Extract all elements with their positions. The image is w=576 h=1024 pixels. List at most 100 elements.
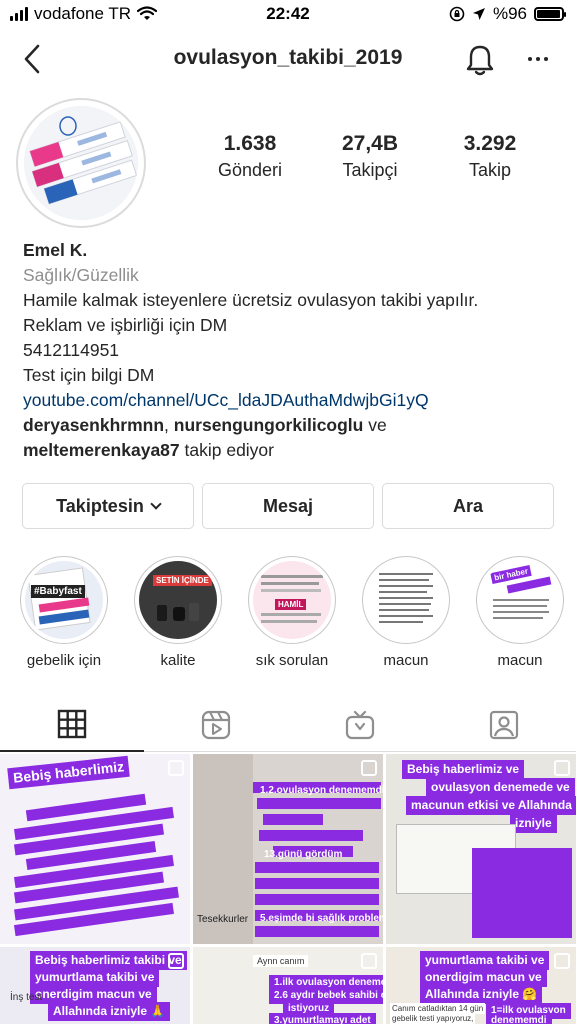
following-count[interactable]: 3.292 Takip (430, 132, 550, 181)
highlight-label: macun (497, 652, 543, 669)
post-text: 13.günü gördüm (264, 849, 343, 860)
multiple-images-icon (554, 953, 570, 969)
notifications-button[interactable] (462, 42, 498, 78)
highlight-item[interactable]: HAMİL sık sorulan (242, 556, 342, 669)
post-text: 3.yumurtlamayı adet (269, 1013, 376, 1024)
bio-line: Test için bilgi DM (23, 365, 155, 385)
highlight-thumbnail (367, 561, 445, 639)
tab-tagged[interactable] (432, 698, 576, 752)
orientation-lock-icon (449, 6, 465, 22)
highlight-label: gebelik için (26, 652, 102, 669)
tab-grid[interactable] (0, 698, 144, 752)
highlight-thumb-text: HAMİL (275, 599, 307, 610)
post-thumbnail[interactable]: Bebiş haberlimiz ve ovulasyon denemede v… (386, 754, 576, 944)
highlight-item[interactable]: SETİN İÇİNDE kalite (128, 556, 228, 669)
highlight-ring: HAMİL (248, 556, 336, 644)
profile-actions: Takiptesin Mesaj Ara (22, 483, 554, 529)
dot-icon (536, 57, 540, 61)
post-text: denememdi (486, 1013, 552, 1024)
highlight-thumb-text: SETİN İÇİNDE (153, 575, 212, 586)
bio-line: 5412114951 (23, 340, 120, 360)
highlight-ring (362, 556, 450, 644)
profile-category: Sağlık/Güzellik (23, 265, 139, 285)
profile-tabs (0, 698, 576, 752)
ovulation-test-strips-image (24, 106, 138, 220)
followers-count[interactable]: 27,4B Takipçi (310, 132, 430, 181)
post-thumbnail[interactable]: Bebiş haberlimiz takibi ve yumurtlama ta… (0, 947, 190, 1024)
post-text: Bebiş haberlimiz (7, 755, 131, 790)
avatar-image (24, 106, 138, 220)
battery-fill (537, 10, 561, 18)
status-bar: vodafone TR 22:42 %96 (0, 0, 576, 30)
battery-percent: %96 (492, 4, 527, 23)
profile-stats: 1.638 Gönderi 27,4B Takipçi 3.292 Takip (190, 132, 570, 181)
conjunction: ve (363, 415, 387, 435)
dot-icon (528, 57, 532, 61)
highlight-thumb-text: #Babyfast (31, 585, 85, 598)
post-text: 5.eşimde bi sağlık problemi (260, 913, 383, 924)
highlight-ring: SETİN İÇİNDE (134, 556, 222, 644)
more-options-button[interactable] (518, 44, 558, 74)
post-text: 1.2.ovulasyon denememdi (260, 785, 383, 796)
multiple-images-icon (554, 760, 570, 776)
post-text: macunun etkisi ve Allahında (406, 796, 576, 815)
profile-avatar[interactable] (16, 98, 146, 228)
stat-label: Gönderi (217, 160, 283, 180)
stat-label: Takipçi (342, 160, 398, 180)
post-text: izniyle (510, 814, 557, 833)
post-text: Tesekkurler (197, 914, 249, 925)
post-text: Allahında izniyle 🙏 (48, 1002, 171, 1021)
post-thumbnail[interactable]: Bebiş haberlimiz (0, 754, 190, 944)
highlight-thumbnail: SETİN İÇİNDE (139, 561, 217, 639)
highlight-item[interactable]: bir haber macun (470, 556, 570, 669)
call-button[interactable]: Ara (382, 483, 554, 529)
profile-bio: Emel K. Sağlık/Güzellik Hamile kalmak is… (23, 238, 563, 463)
posts-count[interactable]: 1.638 Gönderi (190, 132, 310, 181)
post-grid: Bebiş haberlimiz 1.2.ovulasyon denememdi… (0, 754, 576, 1024)
following-label: Takiptesin (56, 495, 144, 516)
story-highlights: #Babyfast gebelik için SETİN İÇİNDE kali… (0, 556, 576, 676)
highlight-label: macun (383, 652, 429, 669)
stat-number: 27,4B (341, 132, 399, 155)
stat-number: 1.638 (223, 132, 277, 155)
igtv-icon (345, 710, 375, 740)
follower-username[interactable]: meltemerenkaya87 (23, 440, 180, 460)
bio-line: Hamile kalmak isteyenlere ücretsiz ovula… (23, 290, 479, 310)
follower-username[interactable]: nursengungorkilicoglu (174, 415, 364, 435)
highlight-label: sık sorulan (255, 652, 329, 669)
highlight-item[interactable]: macun (356, 556, 456, 669)
tagged-user-icon (489, 710, 519, 740)
post-text: Aynn canım (253, 955, 309, 967)
bell-icon (466, 45, 494, 76)
post-thumbnail[interactable]: Aynn canım 1.ilk ovulasyon denememdi 2.6… (193, 947, 383, 1024)
highlight-thumbnail: HAMİL (253, 561, 331, 639)
post-text: Bebiş haberlimiz ve (402, 760, 525, 779)
status-right: %96 (449, 4, 566, 24)
post-text: ovulasyon denemede ve (426, 778, 575, 797)
grid-icon (57, 709, 87, 739)
stat-number: 3.292 (463, 132, 517, 155)
following-button[interactable]: Takiptesin (22, 483, 194, 529)
bio-line: Reklam ve işbirliği için DM (23, 315, 228, 335)
dot-icon (544, 57, 548, 61)
post-thumbnail[interactable]: yumurtlama takibi ve onerdigim macun ve … (386, 947, 576, 1024)
reels-icon (201, 710, 231, 740)
post-text: Allahında izniyle 🤗 (420, 985, 543, 1004)
multiple-images-icon (361, 953, 377, 969)
message-button[interactable]: Mesaj (202, 483, 374, 529)
highlight-label: kalite (160, 652, 196, 669)
bio-link[interactable]: youtube.com/channel/UCc_ldaJDAuthaMdwjbG… (23, 388, 563, 413)
post-text: gebelik testi yapıyoruz, (390, 1013, 476, 1024)
highlight-item[interactable]: #Babyfast gebelik için (14, 556, 114, 669)
highlight-thumbnail: bir haber (481, 561, 559, 639)
highlight-ring: bir haber (476, 556, 564, 644)
battery-icon (534, 7, 566, 21)
highlight-thumbnail: #Babyfast (25, 561, 103, 639)
tab-igtv[interactable] (288, 698, 432, 752)
profile-name: Emel K. (23, 240, 88, 260)
follower-username[interactable]: deryasenkhrmnn (23, 415, 164, 435)
multiple-images-icon (168, 953, 184, 969)
post-thumbnail[interactable]: 1.2.ovulasyon denememdi 13.günü gördüm 5… (193, 754, 383, 944)
location-icon (472, 8, 485, 20)
tab-reels[interactable] (144, 698, 288, 752)
